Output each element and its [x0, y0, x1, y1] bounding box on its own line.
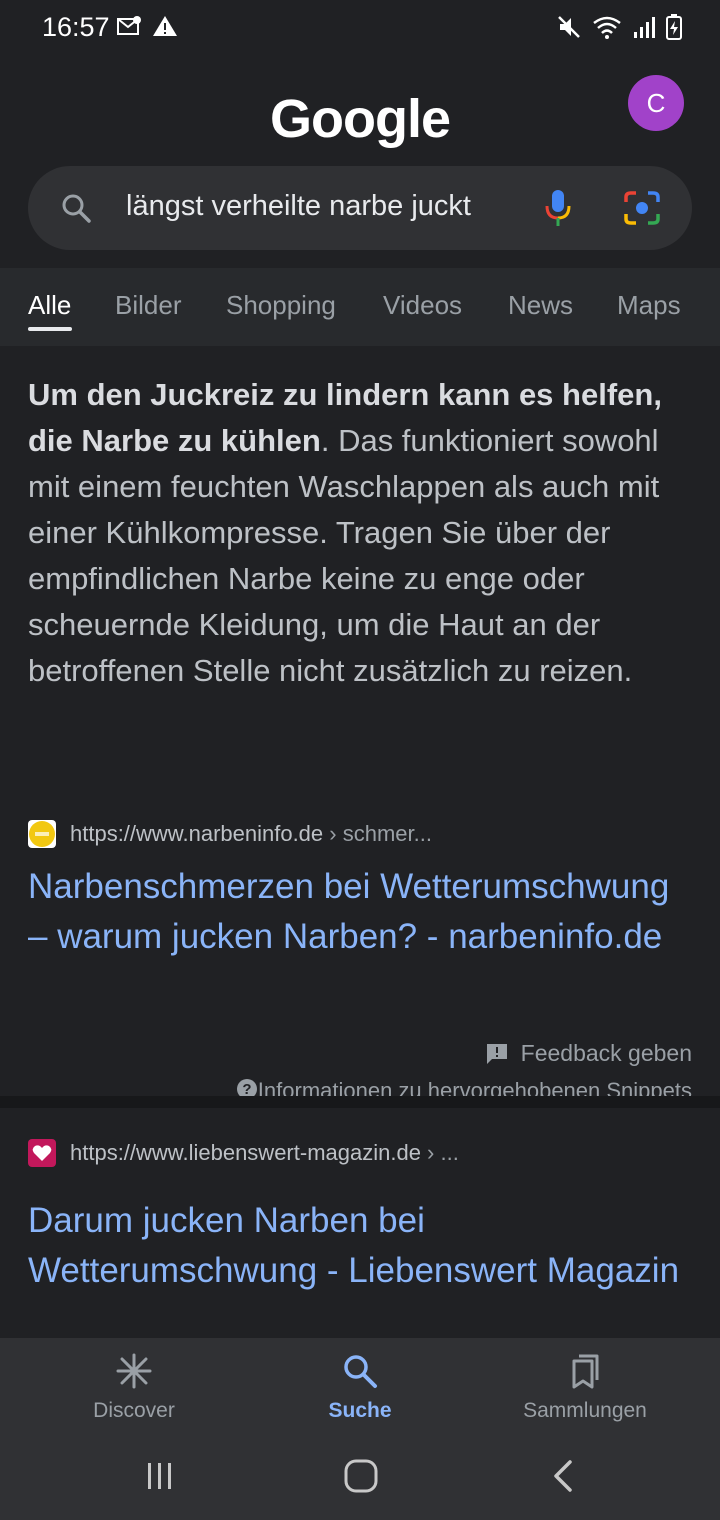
- bottom-navigation: Discover Suche Sammlungen: [0, 1338, 720, 1432]
- battery-icon: [666, 14, 682, 40]
- featured-snippet: Um den Juckreiz zu lindern kann es helfe…: [28, 372, 688, 694]
- source-url[interactable]: https://www.narbeninfo.de › schmer...: [70, 821, 432, 847]
- feedback-icon: [486, 1043, 507, 1064]
- status-time: 16:57: [42, 12, 110, 42]
- source-url[interactable]: https://www.liebenswert-magazin.de › ...: [70, 1140, 459, 1166]
- mute-icon: [558, 16, 580, 38]
- google-lens-icon[interactable]: [622, 188, 662, 228]
- recent-apps-icon[interactable]: [144, 1460, 176, 1492]
- search-tabs: Alle Bilder Shopping Videos News Maps: [0, 268, 720, 346]
- warning-icon: [153, 16, 177, 36]
- search-icon: [344, 1355, 377, 1388]
- signal-icon: [634, 17, 655, 38]
- result-title-link[interactable]: Narbenschmerzen bei Wetterumschwung – wa…: [28, 862, 688, 962]
- tab-news[interactable]: News: [508, 290, 573, 321]
- result-source[interactable]: https://www.liebenswert-magazin.de › ...: [28, 1139, 459, 1167]
- microphone-icon[interactable]: [542, 188, 574, 228]
- tab-shopping[interactable]: Shopping: [226, 290, 336, 321]
- search-icon[interactable]: [60, 192, 92, 224]
- tab-maps[interactable]: Maps: [617, 290, 681, 321]
- liebenswert-favicon: [28, 1139, 56, 1167]
- system-navigation-bar: [0, 1432, 720, 1520]
- narbeninfo-favicon: [28, 820, 56, 848]
- snippet-source[interactable]: https://www.narbeninfo.de › schmer...: [28, 820, 432, 848]
- result-title-link[interactable]: Darum jucken Narben bei Wetterumschwung …: [28, 1196, 688, 1296]
- snippet-text: . Das funktioniert sowohl mit einem feuc…: [28, 423, 660, 688]
- feedback-label: Feedback geben: [520, 1040, 692, 1066]
- back-icon[interactable]: [550, 1458, 578, 1494]
- feedback-button[interactable]: Feedback geben: [485, 1040, 692, 1067]
- active-tab-indicator: [28, 327, 72, 331]
- nav-discover[interactable]: Discover: [34, 1352, 234, 1423]
- collections-icon: [572, 1354, 599, 1389]
- search-query[interactable]: längst verheilte narbe juckt: [126, 190, 471, 223]
- nav-suche[interactable]: Suche: [260, 1352, 460, 1423]
- nav-sammlungen[interactable]: Sammlungen: [485, 1352, 685, 1423]
- google-logo[interactable]: Google: [0, 88, 720, 150]
- tab-alle[interactable]: Alle: [28, 290, 71, 321]
- message-notification-icon: [117, 16, 141, 35]
- tab-bilder[interactable]: Bilder: [115, 290, 181, 321]
- tab-videos[interactable]: Videos: [383, 290, 462, 321]
- home-icon[interactable]: [343, 1458, 379, 1494]
- account-avatar[interactable]: C: [628, 75, 684, 131]
- status-bar: 16:57: [0, 0, 720, 56]
- search-bar[interactable]: längst verheilte narbe juckt: [28, 166, 692, 250]
- discover-icon: [116, 1353, 152, 1389]
- section-divider: [0, 1096, 720, 1108]
- wifi-icon: [593, 16, 621, 39]
